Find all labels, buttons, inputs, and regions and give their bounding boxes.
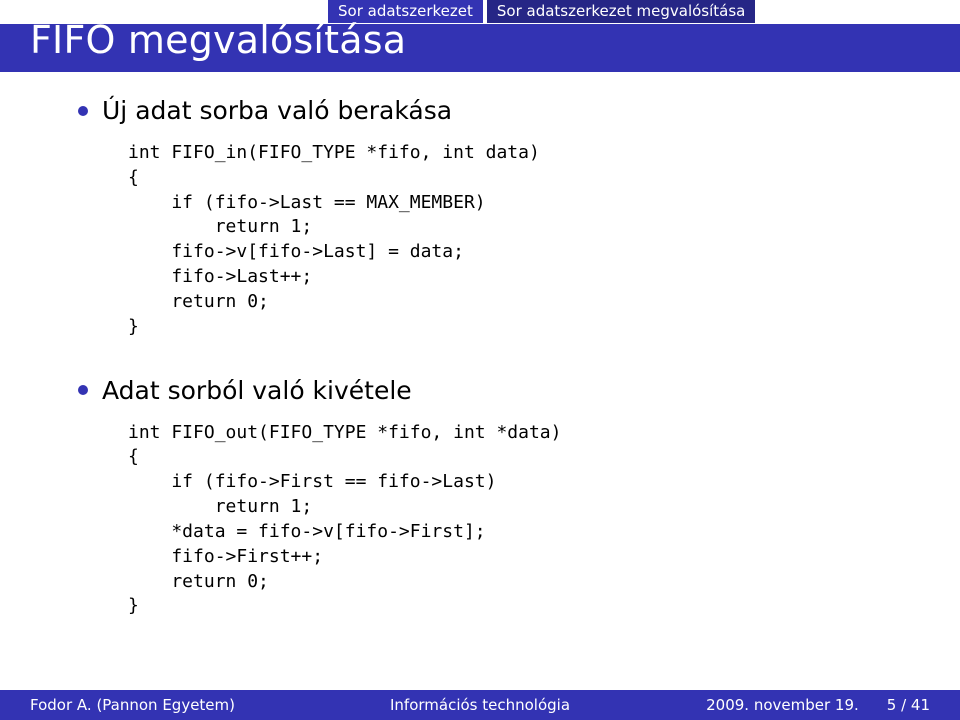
bullet-icon [78,106,88,116]
bullet-text-1: Új adat sorba való berakása [102,96,452,125]
bullet-icon [78,385,88,395]
code-block-1: int FIFO_in(FIFO_TYPE *fifo, int data) {… [128,141,920,340]
slide: Sor adatszerkezet Sor adatszerkezet megv… [0,0,960,720]
bullet-text-2: Adat sorból való kivétele [102,376,412,405]
footer: Fodor A. (Pannon Egyetem) Információs te… [0,690,960,720]
code-block-2: int FIFO_out(FIFO_TYPE *fifo, int *data)… [128,421,920,620]
bullet-item-2: Adat sorból való kivétele [78,376,920,405]
slide-content: Új adat sorba való berakása int FIFO_in(… [78,96,920,629]
footer-page: 5 / 41 [887,696,930,714]
tab-subsection[interactable]: Sor adatszerkezet megvalósítása [487,0,755,23]
footer-author: Fodor A. (Pannon Egyetem) [0,696,235,714]
bullet-item-1: Új adat sorba való berakása [78,96,920,125]
footer-course: Információs technológia [390,696,570,714]
slide-title: FIFO megvalósítása [30,18,406,62]
footer-date: 2009. november 19. [706,696,859,714]
